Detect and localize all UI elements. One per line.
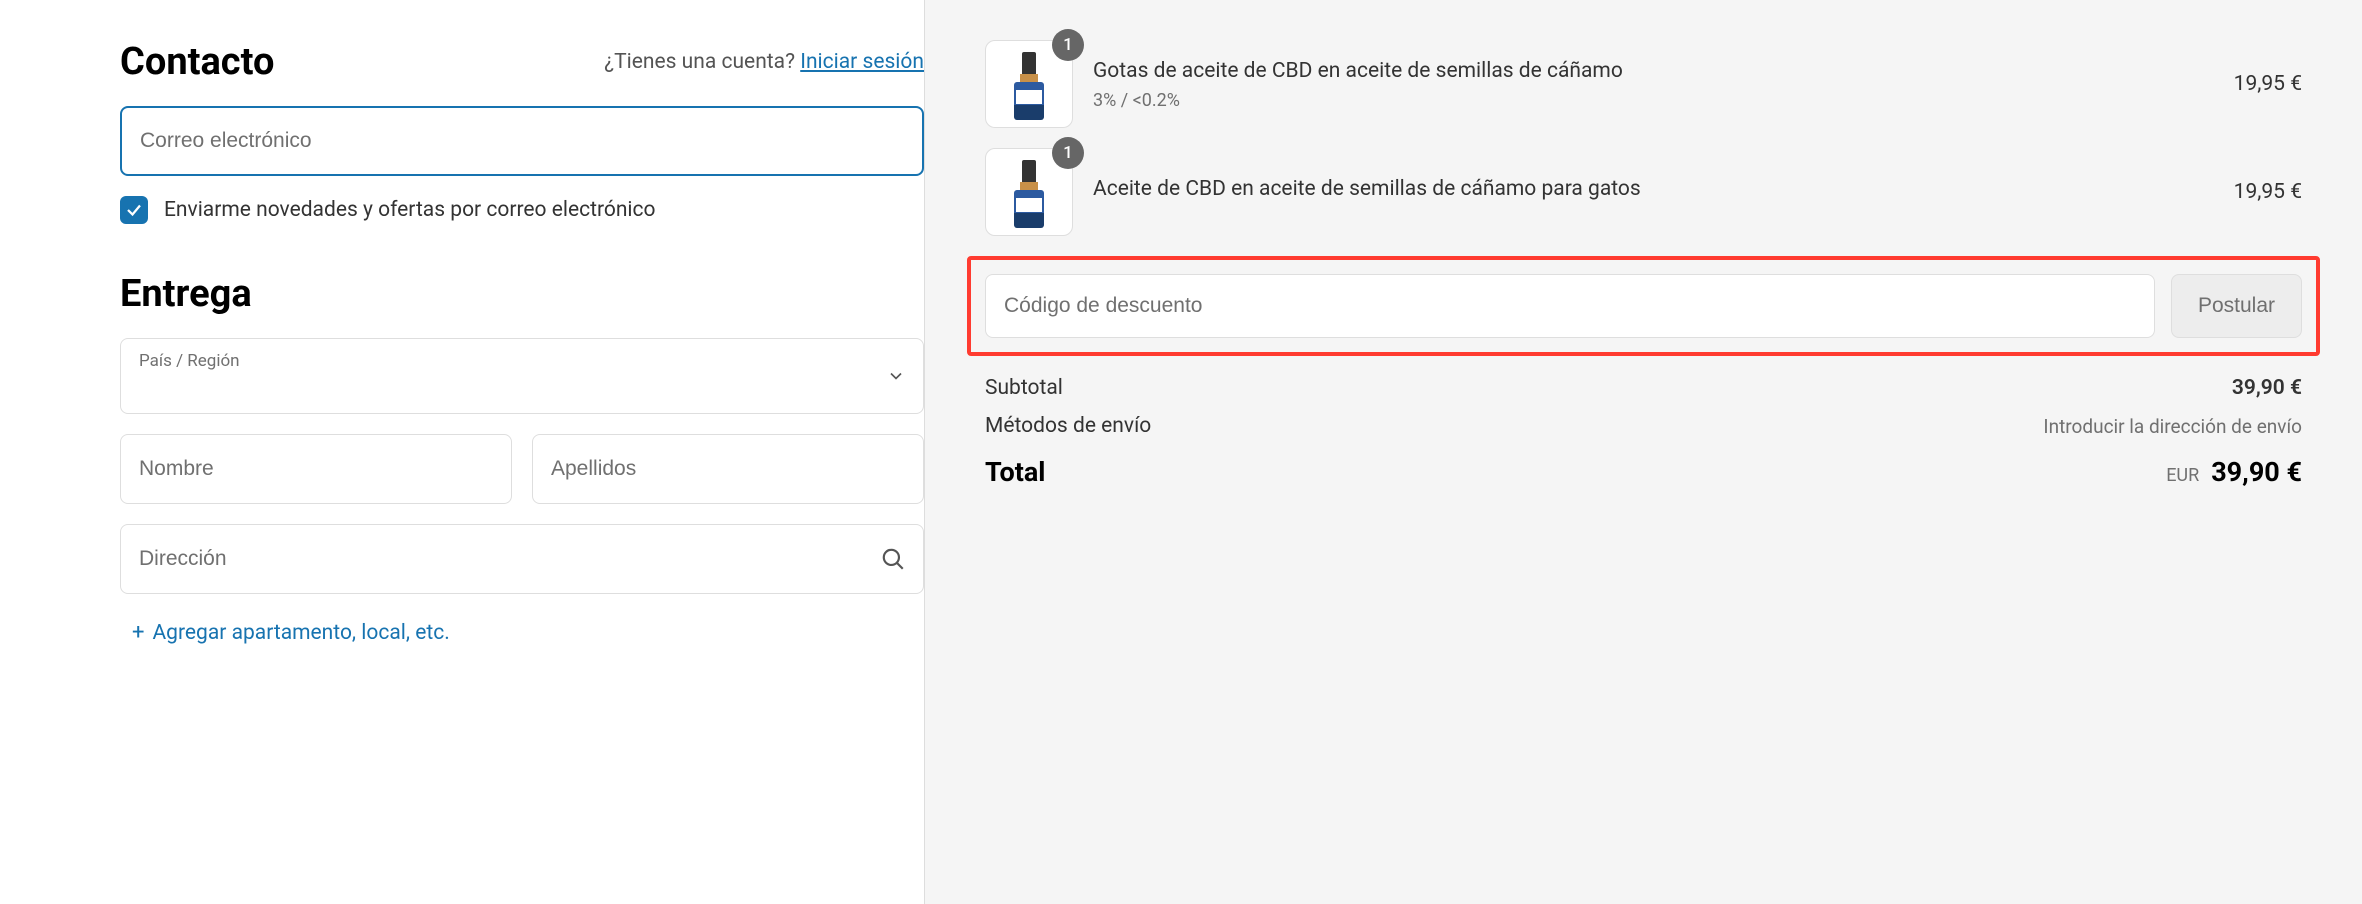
shipping-label: Métodos de envío — [985, 414, 1151, 438]
delivery-heading: Entrega — [120, 272, 924, 316]
subtotal-value: 39,90 € — [2232, 376, 2302, 400]
newsletter-label: Enviarme novedades y ofertas por correo … — [164, 198, 656, 222]
quantity-badge: 1 — [1052, 29, 1084, 61]
item-title: Gotas de aceite de CBD en aceite de semi… — [1093, 57, 2214, 86]
product-thumbnail: 1 — [985, 40, 1073, 128]
shipping-note: Introducir la dirección de envío — [2043, 415, 2302, 438]
country-select[interactable]: País / Región — [120, 338, 924, 414]
plus-icon: + — [132, 620, 144, 645]
discount-code-input[interactable] — [985, 274, 2155, 338]
item-title: Aceite de CBD en aceite de semillas de c… — [1093, 175, 2214, 204]
product-thumbnail: 1 — [985, 148, 1073, 236]
first-name-input[interactable] — [120, 434, 512, 504]
currency-code: EUR — [2166, 465, 2199, 486]
check-icon — [125, 201, 143, 219]
subtotal-label: Subtotal — [985, 376, 1063, 400]
address-input[interactable] — [120, 524, 924, 594]
country-label: País / Región — [139, 351, 240, 371]
newsletter-checkbox[interactable] — [120, 196, 148, 224]
login-link[interactable]: Iniciar sesión — [800, 50, 924, 74]
search-icon — [880, 546, 906, 572]
add-apartment-label: Agregar apartamento, local, etc. — [152, 621, 449, 645]
item-variant: 3% / <0.2% — [1093, 90, 2214, 111]
item-price: 19,95 € — [2234, 180, 2302, 204]
add-apartment-link[interactable]: + Agregar apartamento, local, etc. — [120, 620, 924, 645]
last-name-input[interactable] — [532, 434, 924, 504]
account-prompt-text: ¿Tienes una cuenta? — [604, 50, 795, 74]
quantity-badge: 1 — [1052, 137, 1084, 169]
discount-row-highlight: Postular — [967, 256, 2320, 356]
email-input[interactable] — [120, 106, 924, 176]
total-label: Total — [985, 456, 1045, 488]
cart-item: 1 Gotas de aceite de CBD en aceite de se… — [985, 40, 2302, 128]
bottle-icon — [1014, 52, 1044, 116]
account-prompt: ¿Tienes una cuenta? Iniciar sesión — [604, 50, 924, 74]
cart-item: 1 Aceite de CBD en aceite de semillas de… — [985, 148, 2302, 236]
contact-heading: Contacto — [120, 40, 274, 84]
item-price: 19,95 € — [2234, 72, 2302, 96]
bottle-icon — [1014, 160, 1044, 224]
apply-discount-button[interactable]: Postular — [2171, 274, 2302, 338]
chevron-down-icon — [886, 366, 906, 386]
total-value: 39,90 € — [2211, 456, 2302, 488]
